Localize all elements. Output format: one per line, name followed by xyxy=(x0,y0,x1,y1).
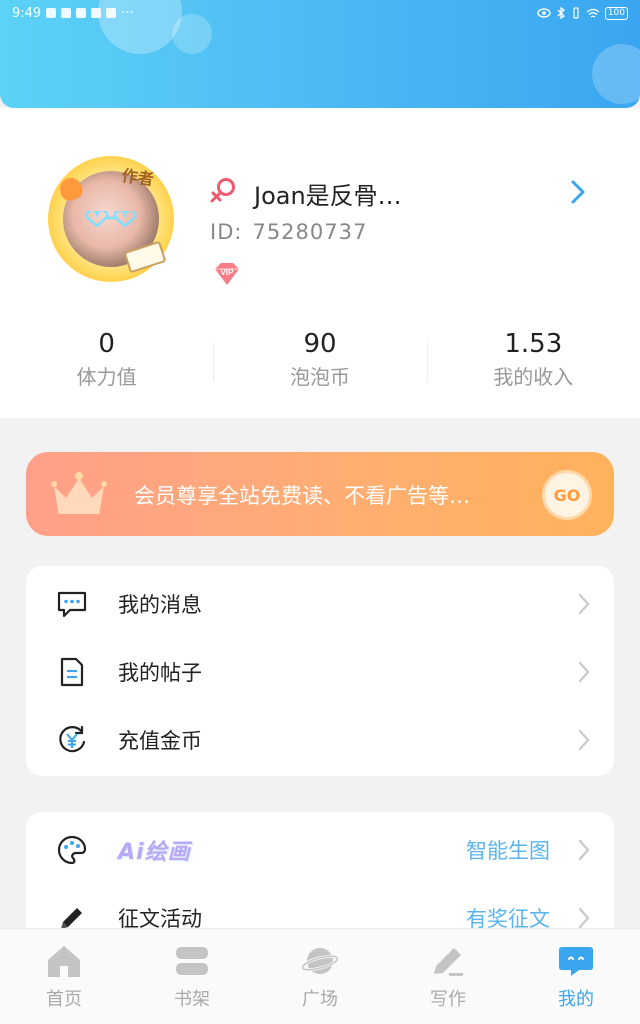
tab-mine[interactable]: 我的 xyxy=(512,929,640,1024)
write-icon xyxy=(434,948,463,976)
document-icon xyxy=(60,657,84,687)
go-button[interactable]: GO xyxy=(542,470,592,520)
app-notification-icon xyxy=(46,8,57,18)
menu-item-messages[interactable]: 我的消息 xyxy=(26,570,614,638)
app-notification-icon xyxy=(106,8,117,18)
chevron-right-icon xyxy=(578,661,590,683)
profile-bubble-icon xyxy=(559,947,593,976)
bluetooth-icon xyxy=(557,7,565,19)
stats-row: 0 体力值 90 泡泡币 1.53 我的收入 xyxy=(0,328,640,398)
avatar[interactable]: 作者 xyxy=(48,156,174,282)
female-gender-icon xyxy=(210,178,235,203)
chevron-right-icon xyxy=(578,729,590,751)
vip-badge-text: VIP xyxy=(221,268,235,277)
tab-home[interactable]: 首页 xyxy=(0,929,128,1024)
user-id-value: 75280737 xyxy=(252,220,368,244)
chevron-right-icon xyxy=(578,907,590,929)
yen-coin-icon xyxy=(59,725,86,753)
heart-glasses-icon xyxy=(85,211,137,227)
battery-indicator: 100 xyxy=(604,6,628,20)
user-id-label: ID: xyxy=(210,220,243,244)
author-tag: 作者 xyxy=(120,165,155,190)
tab-label: 我的 xyxy=(558,989,594,1010)
ai-drawing-logo-text: Ai绘画 xyxy=(118,840,191,865)
bottom-tab-bar: 首页 书架 广场 写作 我的 xyxy=(0,928,640,1024)
vip-membership-banner[interactable]: 会员尊享全站免费读、不看广告等… GO xyxy=(26,452,614,536)
stat-income[interactable]: 1.53 我的收入 xyxy=(426,328,640,398)
chevron-right-icon xyxy=(578,593,590,615)
more-notifications-icon: ··· xyxy=(121,5,134,21)
stat-bubble-coins[interactable]: 90 泡泡币 xyxy=(213,328,426,398)
menu-label: 我的消息 xyxy=(118,593,202,617)
stat-label: 体力值 xyxy=(76,365,137,389)
vip-banner-text: 会员尊享全站免费读、不看广告等… xyxy=(134,484,470,508)
app-notification-icon xyxy=(76,8,87,18)
tab-label: 写作 xyxy=(430,989,466,1010)
bookshelf-icon xyxy=(176,947,208,975)
message-icon xyxy=(57,591,87,618)
tab-label: 广场 xyxy=(302,989,338,1010)
tab-write[interactable]: 写作 xyxy=(384,929,512,1024)
menu-item-posts[interactable]: 我的帖子 xyxy=(26,638,614,706)
menu-item-recharge[interactable]: 充值金币 xyxy=(26,706,614,774)
palette-icon xyxy=(57,835,87,865)
tab-label: 首页 xyxy=(46,989,82,1010)
stat-value: 0 xyxy=(98,329,115,359)
stat-value: 90 xyxy=(303,329,337,359)
planet-icon xyxy=(301,948,339,974)
stat-label: 我的收入 xyxy=(493,365,574,389)
menu-item-ai-drawing[interactable]: Ai绘画 智能生图 xyxy=(26,816,614,884)
user-nickname: Joan是反骨… xyxy=(254,182,402,210)
decorative-bubble xyxy=(592,44,640,104)
vibrate-icon xyxy=(573,7,579,19)
tab-label: 书架 xyxy=(174,989,210,1010)
menu-card-primary: 我的消息 我的帖子 充值金币 xyxy=(26,566,614,776)
user-id: ID: 75280737 xyxy=(210,220,367,244)
eye-icon xyxy=(537,8,551,18)
status-bar: 9:49 ··· 100 xyxy=(0,0,640,26)
chevron-right-icon xyxy=(578,839,590,861)
vip-badge-icon[interactable]: VIP xyxy=(210,260,244,288)
stat-value: 1.53 xyxy=(504,329,563,359)
menu-label: 充值金币 xyxy=(118,729,202,753)
tab-plaza[interactable]: 广场 xyxy=(256,929,384,1024)
status-time: 9:49 xyxy=(12,5,42,21)
wifi-icon xyxy=(586,8,600,18)
app-notification-icon xyxy=(91,8,102,18)
menu-right-text: 智能生图 xyxy=(466,839,550,863)
home-icon xyxy=(48,946,80,977)
stat-stamina[interactable]: 0 体力值 xyxy=(0,328,213,398)
profile-card[interactable]: 作者 Joan是反骨… ID: 75280737 VIP 0 体力值 90 泡泡币… xyxy=(0,108,640,418)
tab-bookshelf[interactable]: 书架 xyxy=(128,929,256,1024)
stat-label: 泡泡币 xyxy=(289,365,350,389)
chat-notification-icon xyxy=(61,8,72,18)
crown-icon xyxy=(51,472,107,514)
menu-label: 我的帖子 xyxy=(118,661,202,685)
chevron-right-icon[interactable] xyxy=(568,178,588,206)
